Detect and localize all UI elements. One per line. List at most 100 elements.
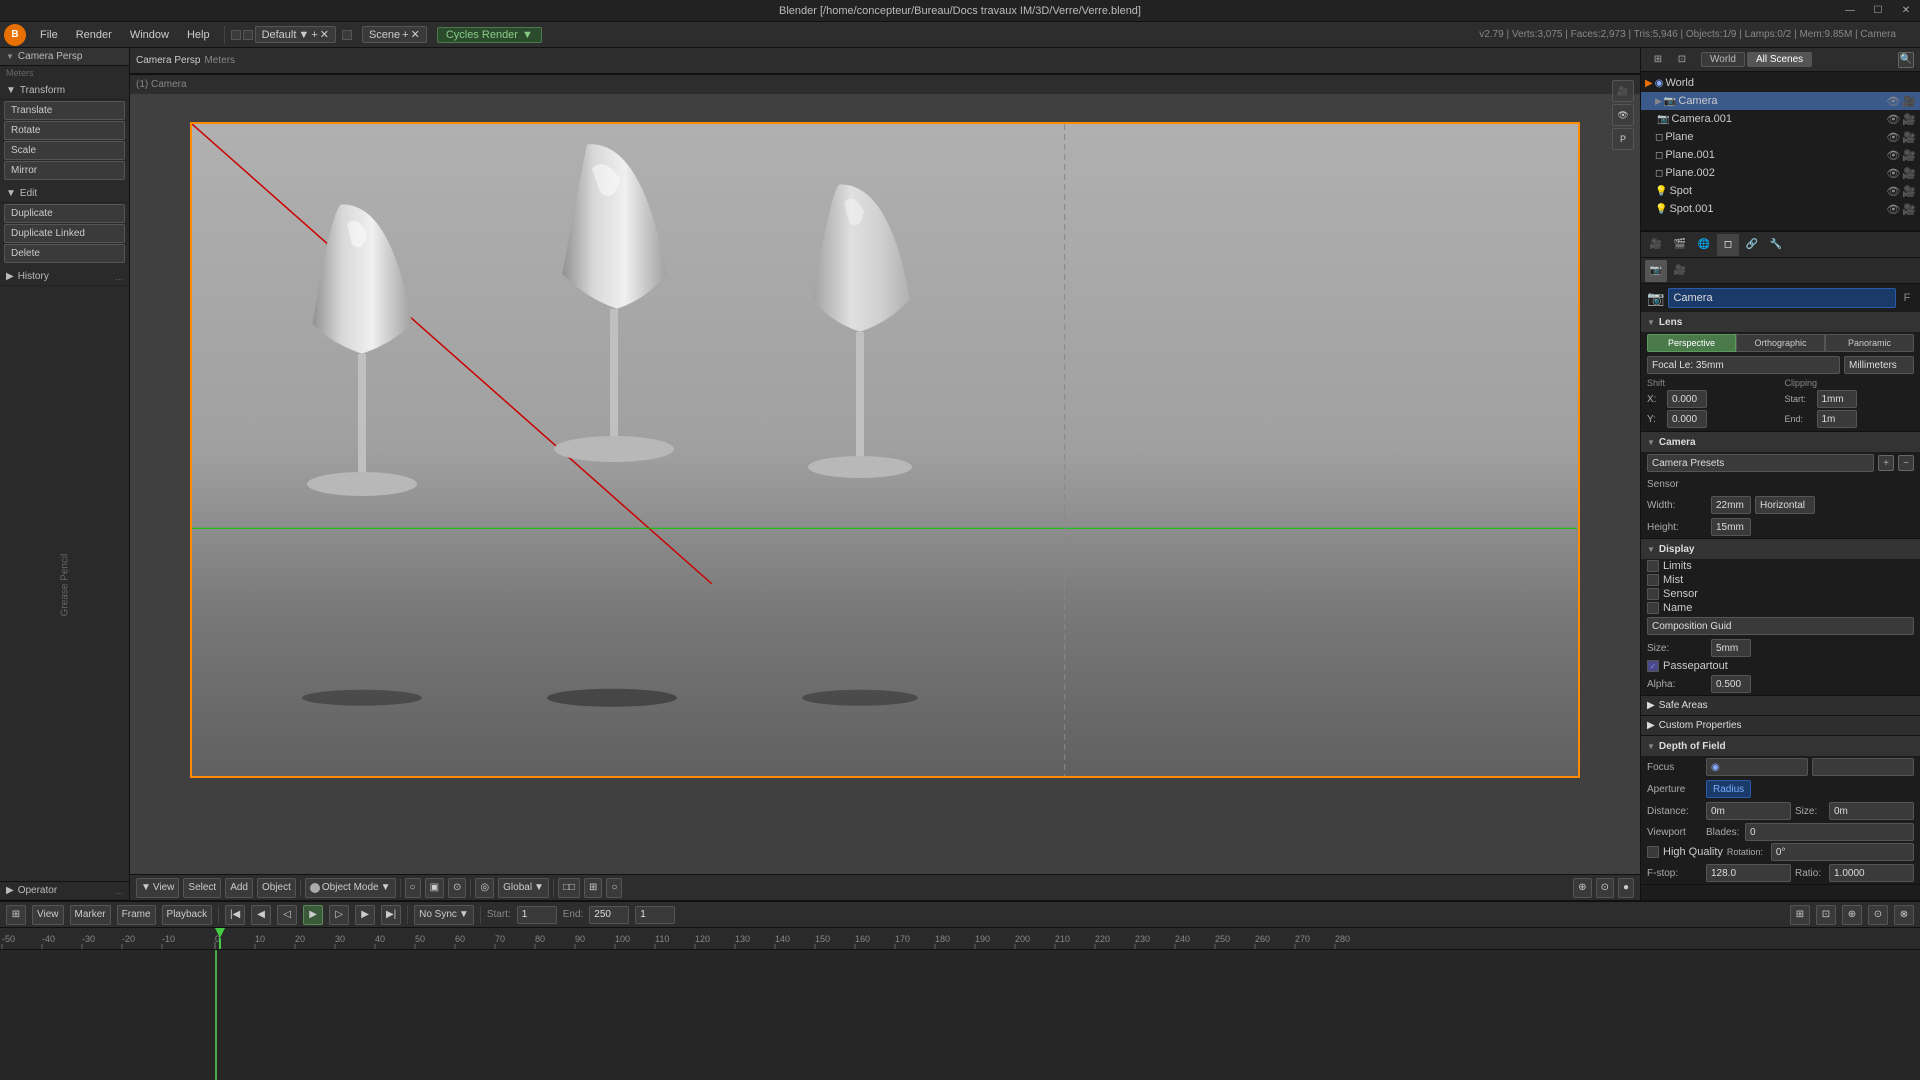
toolbar-object-btn[interactable]: Object	[257, 878, 296, 898]
tl-icon3[interactable]: ⊕	[1842, 905, 1862, 925]
toolbar-select-btn[interactable]: Select	[183, 878, 221, 898]
alpha-field[interactable]: 0.500	[1711, 675, 1751, 693]
mode-selector[interactable]: Object Mode ▼	[305, 878, 396, 898]
prop-edit-btn[interactable]: ○	[606, 878, 622, 898]
jump-start-btn[interactable]: |◀	[225, 905, 245, 925]
nav-btn-view[interactable]: 👁	[1612, 104, 1634, 126]
current-frame-field[interactable]: 1	[635, 906, 675, 924]
prop-object-icon[interactable]: ◻	[1717, 234, 1739, 256]
menu-render[interactable]: Render	[68, 27, 120, 43]
camera-presets-add[interactable]: +	[1878, 455, 1894, 471]
radius-btn[interactable]: Radius	[1706, 780, 1751, 798]
transform-orient-btn[interactable]: Global ▼	[498, 878, 549, 898]
transform-header[interactable]: ▼ Transform	[0, 82, 129, 100]
camera001-render[interactable]: 🎥	[1902, 113, 1916, 126]
timeline-playback-btn[interactable]: Playback	[162, 905, 213, 925]
tl-icon4[interactable]: ⊙	[1868, 905, 1888, 925]
mist-cb[interactable]	[1647, 574, 1659, 586]
display-section-header[interactable]: ▼ Display	[1641, 539, 1920, 559]
toolbar-add-btn[interactable]: Add	[225, 878, 253, 898]
timeline-marker-btn[interactable]: Marker	[70, 905, 111, 925]
spot-render[interactable]: 🎥	[1902, 185, 1916, 198]
spot-visibility[interactable]: 👁	[1886, 185, 1900, 198]
world-tab[interactable]: World	[1701, 52, 1745, 67]
orthographic-btn[interactable]: Orthographic	[1736, 334, 1825, 352]
gizmo-btn[interactable]: ⊕	[1573, 878, 1591, 898]
jump-end-btn[interactable]: ▶|	[381, 905, 401, 925]
prev-frame-btn[interactable]: ◀	[251, 905, 271, 925]
comp-guid-field[interactable]: Composition Guid	[1647, 617, 1914, 635]
camera-visibility[interactable]: 👁	[1886, 95, 1900, 108]
next-keyframe-btn[interactable]: ▷	[329, 905, 349, 925]
shift-y-field[interactable]: 0.000	[1667, 410, 1707, 428]
outliner-search-btn[interactable]: 🔍	[1898, 52, 1914, 68]
distance-field[interactable]: 0m	[1706, 802, 1791, 820]
spot001-visibility[interactable]: 👁	[1886, 203, 1900, 216]
scene-camera001-item[interactable]: 📷 Camera.001 👁 🎥	[1641, 110, 1920, 128]
timeline-view-btn[interactable]: View	[32, 905, 64, 925]
prev-keyframe-btn[interactable]: ◁	[277, 905, 297, 925]
workspace-selector[interactable]: Default ▼ + ✕	[255, 26, 336, 43]
fstop-field[interactable]: 128.0	[1706, 864, 1791, 882]
focal-length-field[interactable]: Focal Le: 35mm	[1647, 356, 1840, 374]
workspace-close[interactable]: ✕	[320, 28, 329, 41]
sensor-width-field[interactable]: 22mm	[1711, 496, 1751, 514]
camera-section-header[interactable]: ▼ Camera	[1641, 432, 1920, 452]
render-engine-selector[interactable]: Cycles Render ▼	[437, 27, 542, 43]
camera-render[interactable]: 🎥	[1902, 95, 1916, 108]
prop-constraints-icon[interactable]: 🔗	[1741, 234, 1763, 256]
menu-file[interactable]: File	[32, 27, 66, 43]
sync-mode-btn[interactable]: No Sync ▼	[414, 905, 474, 925]
end-frame-field[interactable]: 250	[589, 906, 629, 924]
custom-props-header[interactable]: ▶ Custom Properties	[1641, 716, 1920, 736]
next-frame-btn[interactable]: ▶	[355, 905, 375, 925]
duplicate-linked-button[interactable]: Duplicate Linked	[4, 224, 125, 243]
clip-start-field[interactable]: 1mm	[1817, 390, 1857, 408]
scene-world-item[interactable]: ▶ ◉ World	[1641, 74, 1920, 92]
outliner-icon1[interactable]: ⊞	[1647, 49, 1669, 71]
history-header[interactable]: ▶ History ...	[0, 268, 129, 286]
start-frame-field[interactable]: 1	[517, 906, 557, 924]
scale-button[interactable]: Scale	[4, 141, 125, 160]
viewport-shading-btn[interactable]: ○	[405, 878, 421, 898]
pivot-btn[interactable]: ◎	[475, 878, 494, 898]
menu-help[interactable]: Help	[179, 27, 218, 43]
close-button[interactable]: ✕	[1892, 0, 1920, 22]
menu-window[interactable]: Window	[122, 27, 177, 43]
toolbar-view-btn[interactable]: ▼ View	[136, 878, 179, 898]
dof-section-header[interactable]: ▼ Depth of Field	[1641, 736, 1920, 756]
sensor-height-field[interactable]: 15mm	[1711, 518, 1751, 536]
prop-cam-icon2[interactable]: 🎥	[1669, 260, 1691, 282]
edit-header[interactable]: ▼ Edit	[0, 185, 129, 203]
prop-world-icon[interactable]: 🌐	[1693, 234, 1715, 256]
shift-x-field[interactable]: 0.000	[1667, 390, 1707, 408]
prop-modifiers-icon[interactable]: 🔧	[1765, 234, 1787, 256]
nav-btn-cam[interactable]: 🎥	[1612, 80, 1634, 102]
plane-visibility[interactable]: 👁	[1886, 131, 1900, 144]
workspace-add[interactable]: +	[311, 29, 317, 41]
spot001-render[interactable]: 🎥	[1902, 203, 1916, 216]
safe-areas-header[interactable]: ▶ Safe Areas	[1641, 696, 1920, 716]
ratio-field[interactable]: 1.0000	[1829, 864, 1914, 882]
tl-icon5[interactable]: ⊗	[1894, 905, 1914, 925]
limits-cb[interactable]	[1647, 560, 1659, 572]
panoramic-btn[interactable]: Panoramic	[1825, 334, 1914, 352]
timeline-content[interactable]	[0, 950, 1920, 1080]
overlay-btn[interactable]: □□	[558, 878, 580, 898]
viewport-overlay-btn[interactable]: ⊙	[1596, 878, 1614, 898]
maximize-button[interactable]: ☐	[1864, 0, 1892, 22]
tl-icon1[interactable]: ⊞	[1790, 905, 1810, 925]
plane002-render[interactable]: 🎥	[1902, 167, 1916, 180]
scene-spot-item[interactable]: 💡 Spot 👁 🎥	[1641, 182, 1920, 200]
hq-cb[interactable]	[1647, 846, 1659, 858]
passepartout-cb[interactable]: ✓	[1647, 660, 1659, 672]
tl-icon2[interactable]: ⊡	[1816, 905, 1836, 925]
scene-camera-item[interactable]: ▶ 📷 Camera 👁 🎥	[1641, 92, 1920, 110]
rotation-field[interactable]: 0°	[1771, 843, 1914, 861]
nav-btn-persp[interactable]: P	[1612, 128, 1634, 150]
delete-button[interactable]: Delete	[4, 244, 125, 263]
focus-value-field[interactable]	[1812, 758, 1914, 776]
focus-field[interactable]: ◉	[1706, 758, 1808, 776]
camera-name-field[interactable]: Camera	[1668, 288, 1896, 308]
play-btn[interactable]: ▶	[303, 905, 323, 925]
